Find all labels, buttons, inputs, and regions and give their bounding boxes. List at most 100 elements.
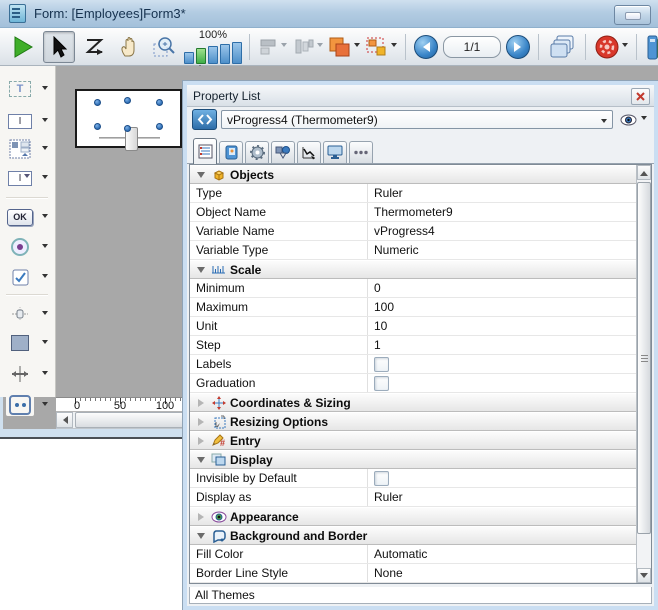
property-row-display-as[interactable]: Display asRuler (190, 488, 636, 507)
page-indicator[interactable]: 1/1 (443, 36, 501, 58)
collapse-triangle-icon[interactable] (196, 529, 206, 543)
selection-handle-top-center[interactable] (124, 97, 131, 104)
property-value[interactable]: 10 (368, 317, 636, 335)
duplicate-dropdown-arrow[interactable] (391, 43, 397, 50)
radio-tool-dropdown-arrow[interactable] (42, 244, 48, 251)
object-prev-next-button[interactable] (192, 109, 217, 130)
property-value[interactable]: Ruler (368, 184, 636, 202)
expand-triangle-icon[interactable] (196, 437, 206, 445)
property-row-step[interactable]: Step1 (190, 336, 636, 355)
property-row-invisible-by-default[interactable]: Invisible by Default (190, 469, 636, 488)
section-row-resizing-options[interactable]: Resizing Options (190, 412, 636, 431)
plugin-tool-dropdown-arrow[interactable] (42, 402, 48, 409)
selection-handle-bottom-right[interactable] (156, 123, 163, 130)
select-tool-button[interactable] (43, 31, 75, 63)
selection-handle-top-right[interactable] (156, 99, 163, 106)
distribute-button[interactable] (293, 32, 323, 62)
scroll-left-button[interactable] (56, 412, 73, 428)
text-tool[interactable]: T (6, 78, 48, 100)
zoom-bar-400[interactable] (220, 44, 230, 64)
selection-handle-top-left[interactable] (94, 99, 101, 106)
property-value[interactable]: Numeric (368, 241, 636, 259)
section-row-scale[interactable]: Scale (190, 260, 636, 279)
form-settings-button[interactable] (594, 32, 628, 62)
checkbox-tool[interactable] (6, 266, 48, 288)
section-row-objects[interactable]: Objects (190, 165, 636, 184)
tab-property-list[interactable] (193, 138, 217, 164)
zoom-bar-50[interactable] (184, 52, 194, 64)
zoom-bar-200[interactable] (208, 46, 218, 64)
property-row-minimum[interactable]: Minimum0 (190, 279, 636, 298)
next-page-button[interactable] (506, 35, 530, 59)
align-dropdown-arrow[interactable] (281, 43, 287, 50)
scroll-up-button[interactable] (637, 165, 651, 180)
align-button[interactable] (258, 32, 288, 62)
tab-book[interactable] (219, 141, 243, 163)
property-row-labels[interactable]: Labels (190, 355, 636, 374)
expand-triangle-icon[interactable] (196, 418, 206, 426)
scroll-down-button[interactable] (637, 568, 651, 583)
collapse-triangle-icon[interactable] (196, 168, 206, 182)
zoom-bars[interactable] (184, 42, 242, 64)
zoom-tool-button[interactable] (150, 32, 180, 62)
checkbox-tool-dropdown-arrow[interactable] (42, 274, 48, 281)
button-tool[interactable]: OK (6, 206, 48, 228)
move-hand-tool-button[interactable] (115, 32, 145, 62)
checkbox-labels-unchecked[interactable] (374, 357, 389, 372)
collapse-triangle-icon[interactable] (196, 263, 206, 277)
property-value[interactable]: 1 (368, 336, 636, 354)
object-level-button[interactable] (328, 32, 360, 62)
tab-monitor[interactable] (323, 141, 347, 163)
property-value[interactable]: 0 (368, 279, 636, 297)
section-row-background-and-border[interactable]: Background and Border (190, 526, 636, 545)
property-row-type[interactable]: TypeRuler (190, 184, 636, 203)
themes-footer[interactable]: All Themes (189, 587, 652, 604)
property-row-fill-color[interactable]: Fill ColorAutomatic (190, 545, 636, 564)
level-dropdown-arrow[interactable] (354, 43, 360, 50)
vertical-scrollbar-thumb[interactable] (637, 182, 651, 534)
window-titlebar[interactable]: Form: [Employees]Form3* (0, 0, 658, 28)
property-value[interactable]: vProgress4 (368, 222, 636, 240)
plugin-area-tool[interactable] (6, 394, 48, 416)
radio-button-tool[interactable] (6, 236, 48, 258)
prev-page-button[interactable] (414, 35, 438, 59)
tab-gear[interactable] (245, 141, 269, 163)
property-value[interactable]: Thermometer9 (368, 203, 636, 221)
section-row-coordinates-sizing[interactable]: Coordinates & Sizing (190, 393, 636, 412)
button-tool-dropdown-arrow[interactable] (42, 214, 48, 221)
property-value[interactable] (368, 355, 636, 373)
view-options-button[interactable] (617, 110, 649, 130)
object-selector-dropdown[interactable]: vProgress4 (Thermometer9) (221, 110, 613, 129)
zoom-bar-800[interactable] (232, 42, 242, 64)
section-row-entry[interactable]: #Entry (190, 431, 636, 450)
expand-triangle-icon[interactable] (196, 399, 206, 407)
property-value[interactable] (368, 374, 636, 392)
splitter-tool-dropdown-arrow[interactable] (42, 371, 48, 378)
settings-dropdown-arrow[interactable] (622, 43, 628, 50)
input-tool-dropdown-arrow[interactable] (42, 118, 48, 125)
text-tool-dropdown-arrow[interactable] (42, 86, 48, 93)
tab-events[interactable] (297, 141, 321, 163)
property-row-border-line-style[interactable]: Border Line StyleNone (190, 564, 636, 583)
property-value[interactable]: 100 (368, 298, 636, 316)
library-button[interactable] (645, 32, 658, 62)
property-value[interactable]: Ruler (368, 488, 636, 506)
distribute-dropdown-arrow[interactable] (317, 43, 323, 50)
property-grid-scrollbar[interactable] (636, 165, 651, 583)
property-row-maximum[interactable]: Maximum100 (190, 298, 636, 317)
minimize-button[interactable] (614, 5, 651, 25)
property-value[interactable] (368, 469, 636, 487)
selection-handle-bottom-left[interactable] (94, 123, 101, 130)
rectangle-tool-dropdown-arrow[interactable] (42, 340, 48, 347)
run-form-button[interactable] (8, 32, 38, 62)
listbox-tool[interactable] (6, 138, 48, 160)
property-row-object-name[interactable]: Object NameThermometer9 (190, 203, 636, 222)
duplicate-button[interactable] (365, 32, 397, 62)
checkbox-graduation-unchecked[interactable] (374, 376, 389, 391)
input-tool[interactable]: I (6, 110, 48, 132)
section-row-appearance[interactable]: Appearance (190, 507, 636, 526)
property-row-graduation[interactable]: Graduation (190, 374, 636, 393)
collapse-triangle-icon[interactable] (196, 453, 206, 467)
tab-more[interactable] (349, 141, 373, 163)
palette-titlebar[interactable]: Property List (187, 85, 654, 107)
